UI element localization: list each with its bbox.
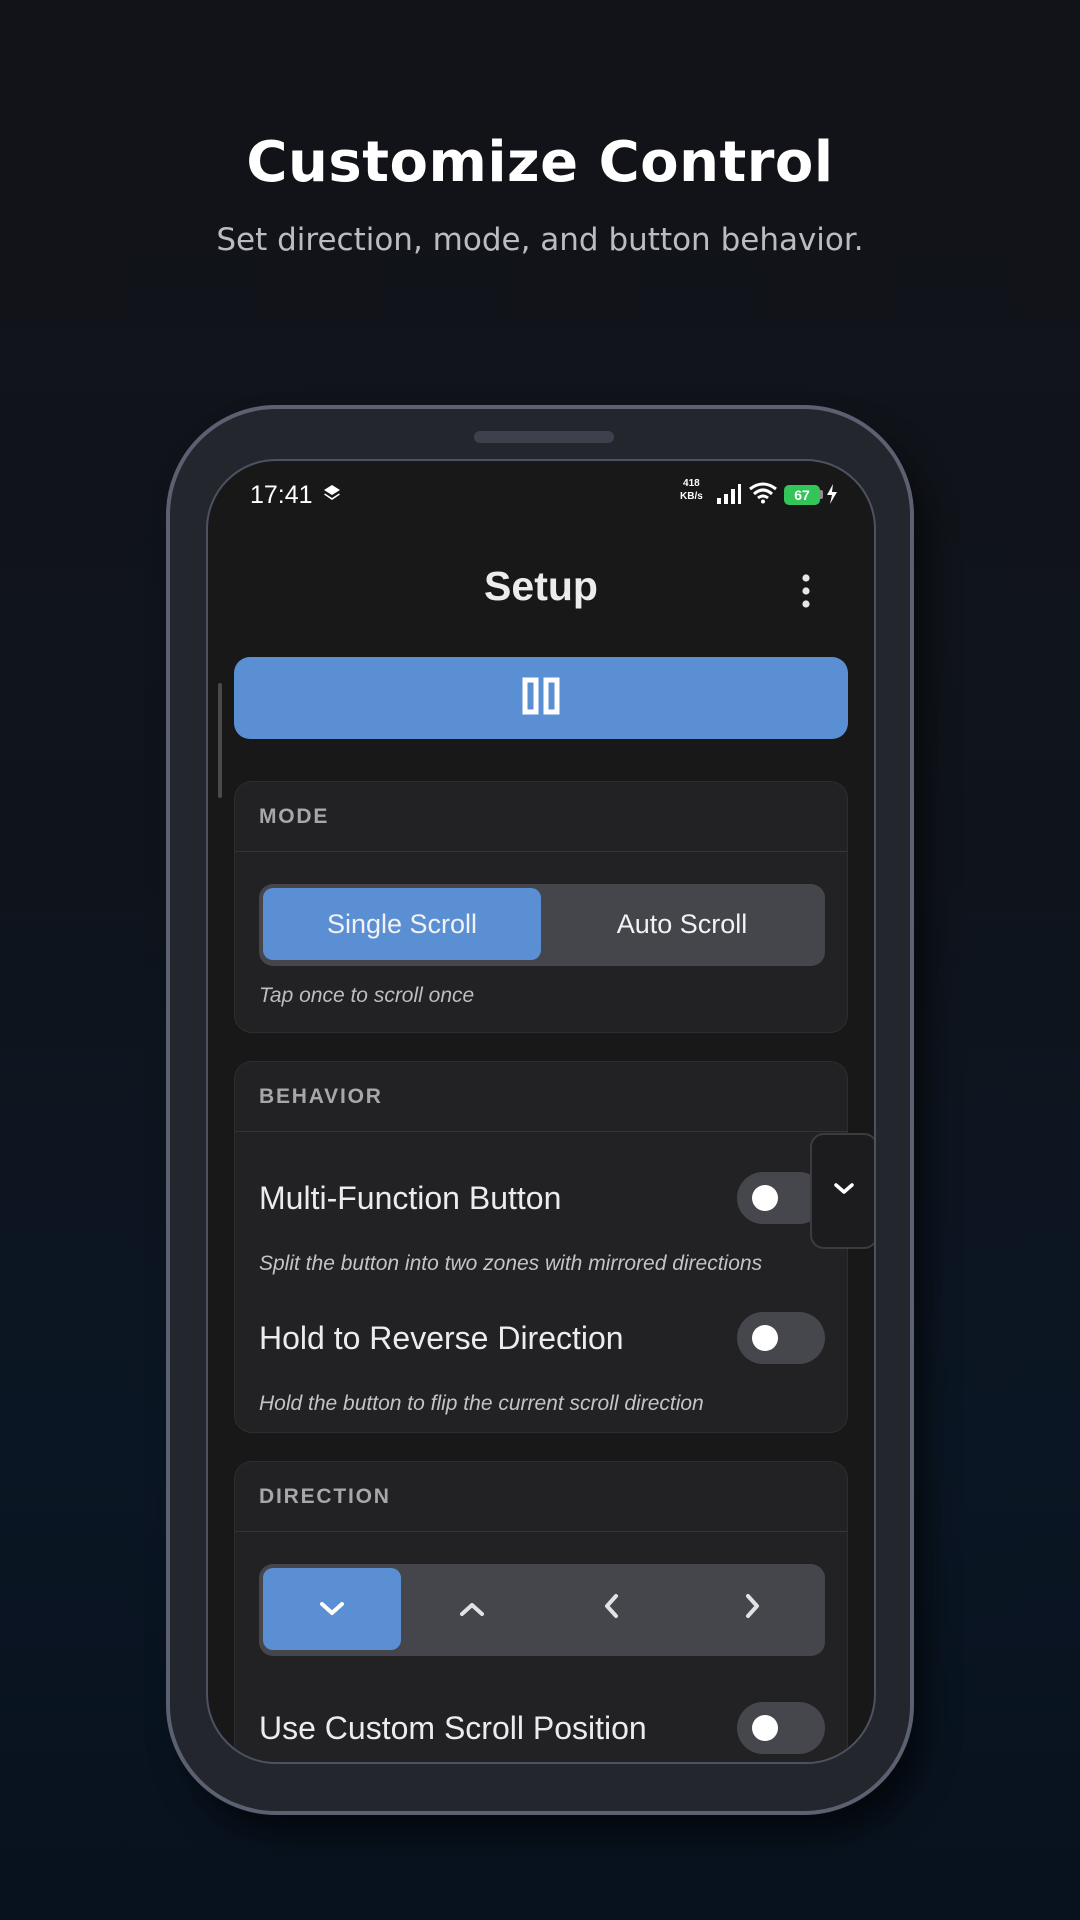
custom-position-toggle[interactable]	[737, 1702, 825, 1754]
multi-function-description: Split the button into two zones with mir…	[259, 1252, 763, 1275]
chevron-down-icon	[833, 1182, 855, 1201]
phone-screen: 17:41 418 KB/s 67 Setup MODE Single Scro…	[206, 459, 876, 1764]
charging-bolt-icon	[826, 483, 838, 510]
custom-position-title: Use Custom Scroll Position	[259, 1710, 647, 1746]
chevron-right-icon	[743, 1592, 761, 1627]
network-speed-unit: KB/s	[680, 491, 703, 502]
chevron-up-icon	[458, 1594, 486, 1625]
layers-icon	[322, 483, 342, 508]
network-speed-value: 418	[683, 478, 700, 489]
floating-scroll-handle[interactable]	[810, 1133, 874, 1249]
start-pause-button[interactable]	[234, 657, 848, 739]
mode-card: MODE Single Scroll Auto Scroll Tap once …	[234, 781, 848, 1033]
behavior-card: BEHAVIOR Multi-Function Button Split the…	[234, 1061, 848, 1433]
chevron-left-icon	[603, 1592, 621, 1627]
status-time: 17:41	[250, 481, 313, 509]
more-vert-icon[interactable]	[796, 573, 816, 609]
hold-reverse-toggle[interactable]	[737, 1312, 825, 1364]
direction-down-button[interactable]	[263, 1568, 401, 1650]
toggle-knob	[752, 1185, 778, 1211]
direction-left-button[interactable]	[543, 1568, 681, 1650]
direction-card: DIRECTION Use Custom Scroll Position	[234, 1461, 848, 1762]
promo-subtitle: Set direction, mode, and button behavior…	[216, 222, 864, 258]
signal-icon	[716, 483, 742, 510]
chevron-down-icon	[318, 1594, 346, 1625]
mode-option-single-scroll[interactable]: Single Scroll	[263, 888, 541, 960]
multi-function-title: Multi-Function Button	[259, 1180, 562, 1216]
behavior-header: BEHAVIOR	[235, 1062, 847, 1132]
toggle-knob	[752, 1325, 778, 1351]
direction-selector	[259, 1564, 825, 1656]
hold-reverse-description: Hold the button to flip the current scro…	[259, 1392, 704, 1415]
battery-tip	[820, 490, 823, 499]
battery-indicator: 67	[784, 485, 820, 505]
mode-header: MODE	[235, 782, 847, 852]
mode-hint: Tap once to scroll once	[259, 984, 475, 1007]
phone-frame: 17:41 418 KB/s 67 Setup MODE Single Scro…	[166, 405, 914, 1815]
network-speed: 418 KB/s	[680, 477, 703, 503]
direction-header: DIRECTION	[235, 1462, 847, 1532]
direction-right-button[interactable]	[683, 1568, 821, 1650]
toggle-knob	[752, 1715, 778, 1741]
mode-option-auto-scroll[interactable]: Auto Scroll	[543, 888, 821, 960]
pause-icon	[521, 676, 561, 721]
phone-speaker	[474, 431, 614, 443]
promo-title: Customize Control	[246, 130, 834, 195]
status-bar: 17:41 418 KB/s 67	[208, 461, 874, 531]
mode-selector: Single Scroll Auto Scroll	[259, 884, 825, 966]
scrollbar[interactable]	[218, 683, 222, 798]
page-title: Setup	[484, 563, 598, 609]
hold-reverse-title: Hold to Reverse Direction	[259, 1320, 624, 1356]
wifi-icon	[748, 482, 778, 509]
direction-up-button[interactable]	[403, 1568, 541, 1650]
